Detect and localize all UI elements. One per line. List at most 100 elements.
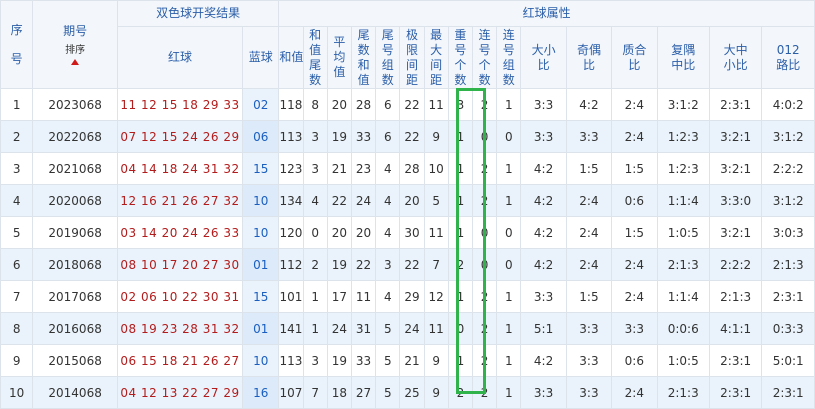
cell-repeat: 1 [447,280,473,313]
cell-blue: 10 [242,344,280,377]
cell-tail: 1 [302,312,328,345]
header-sum: 和值 [278,26,304,89]
cell-consecgroups: 1 [496,344,522,377]
cell-primecomp: 2:4 [611,120,658,153]
cell-bigsmall: 4:2 [520,152,567,185]
cell-primecomp: 1:5 [611,216,658,249]
cell-ratio2: 2:1:3 [708,280,763,313]
cell-seq: 1 [0,88,34,121]
cell-issue: 2019068 [32,216,118,249]
header-col-limit: 极限间距 [399,26,425,89]
cell-oddeven: 3:3 [565,120,613,153]
cell-avg: 19 [326,248,352,281]
sort-arrow-icon[interactable] [71,59,80,65]
cell-tailsum: 11 [350,280,377,313]
cell-primecomp: 2:4 [611,376,658,409]
cell-limit: 30 [399,216,425,249]
cell-seq: 3 [0,152,34,185]
cell-repeat: 2 [447,376,473,409]
cell-ratio3: 4:0:2 [761,88,815,121]
cell-seq: 5 [0,216,34,249]
cell-seq: 8 [0,312,34,345]
cell-issue: 2015068 [32,344,118,377]
header-red: 红球 [116,26,244,89]
cell-ratio2: 3:2:1 [708,152,763,185]
cell-bigsmall: 4:2 [520,344,567,377]
cell-ratio3: 5:0:1 [761,344,815,377]
cell-ratio1: 1:1:4 [656,184,710,217]
header-issue[interactable]: 期号 排序 [32,0,118,89]
table-row: 10 2014068 04 12 13 22 27 29 16 107 7 18 27 5 25 9… [0,376,815,409]
cell-consecgroups: 1 [496,280,522,313]
cell-issue: 2021068 [32,152,118,185]
cell-consecgroups: 1 [496,88,522,121]
cell-blue: 15 [242,152,280,185]
cell-limit: 24 [399,312,425,345]
cell-limit: 21 [399,344,425,377]
cell-consec: 2 [471,152,498,185]
cell-avg: 19 [326,120,352,153]
cell-limit: 22 [399,248,425,281]
cell-oddeven: 2:4 [565,184,613,217]
cell-tail: 1 [302,280,328,313]
cell-maxgap: 9 [423,120,449,153]
cell-ratio2: 2:2:2 [708,248,763,281]
sort-link[interactable]: 排序 [34,43,117,58]
cell-bigsmall: 3:3 [520,280,567,313]
cell-red: 03 14 20 24 26 33 [116,216,244,249]
cell-seq: 6 [0,248,34,281]
cell-seq: 10 [0,376,34,409]
cell-maxgap: 10 [423,152,449,185]
cell-primecomp: 0:6 [611,184,658,217]
cell-ratio2: 2:3:1 [708,376,763,409]
cell-sum: 113 [278,120,304,153]
cell-bigsmall: 5:1 [520,312,567,345]
cell-blue: 15 [242,280,280,313]
cell-ratio3: 3:0:3 [761,216,815,249]
cell-maxgap: 5 [423,184,449,217]
cell-sum: 134 [278,184,304,217]
draw-results-table: 序 号 期号 排序 双色球开奖结果 红球属性 红球 蓝球 和值 和值尾数 平均值… [0,0,815,409]
cell-issue: 2018068 [32,248,118,281]
cell-issue: 2020068 [32,184,118,217]
cell-sum: 112 [278,248,304,281]
cell-tailsum: 33 [350,344,377,377]
cell-tailgroups: 5 [375,344,401,377]
cell-issue: 2017068 [32,280,118,313]
cell-primecomp: 0:6 [611,344,658,377]
cell-limit: 22 [399,88,425,121]
header-col-ratio3: 012路比 [761,26,815,89]
cell-sum: 107 [278,376,304,409]
cell-tailgroups: 4 [375,216,401,249]
cell-repeat: 0 [447,312,473,345]
cell-repeat: 1 [447,120,473,153]
cell-blue: 16 [242,376,280,409]
header-group-draw: 双色球开奖结果 [116,0,280,27]
table-row: 3 2021068 04 14 18 24 31 32 15 123 3 21 23 4 28 10… [0,152,815,185]
cell-ratio2: 3:3:0 [708,184,763,217]
cell-bigsmall: 3:3 [520,88,567,121]
cell-red: 04 12 13 22 27 29 [116,376,244,409]
cell-ratio1: 3:1:2 [656,88,710,121]
header-seq: 序 号 [0,0,34,89]
cell-tail: 8 [302,88,328,121]
cell-repeat: 1 [447,344,473,377]
cell-limit: 29 [399,280,425,313]
cell-tailgroups: 6 [375,120,401,153]
cell-maxgap: 7 [423,248,449,281]
cell-avg: 22 [326,184,352,217]
cell-maxgap: 11 [423,88,449,121]
cell-blue: 02 [242,88,280,121]
cell-oddeven: 3:3 [565,344,613,377]
cell-limit: 28 [399,152,425,185]
cell-avg: 20 [326,216,352,249]
cell-oddeven: 3:3 [565,376,613,409]
header-col-tailgroups: 尾号组数 [375,26,401,89]
cell-ratio1: 2:1:3 [656,248,710,281]
cell-consec: 2 [471,344,498,377]
cell-ratio3: 3:1:2 [761,120,815,153]
cell-tailgroups: 4 [375,152,401,185]
lottery-stats-page: 序 号 期号 排序 双色球开奖结果 红球属性 红球 蓝球 和值 和值尾数 平均值… [0,0,815,409]
cell-sum: 141 [278,312,304,345]
cell-issue: 2014068 [32,376,118,409]
